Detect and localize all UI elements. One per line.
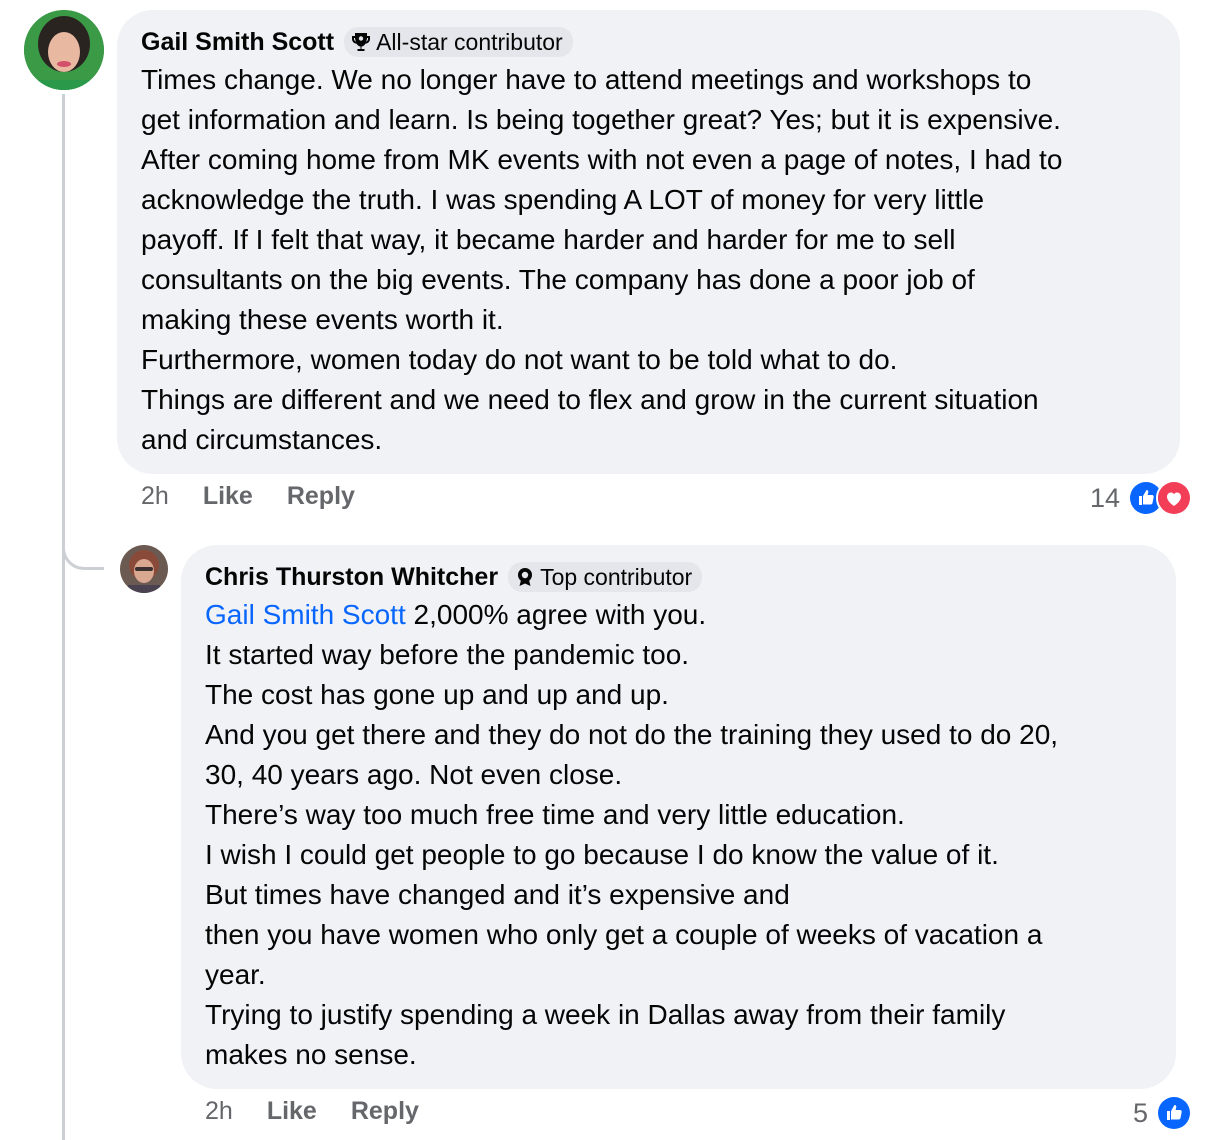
contributor-badge[interactable]: All-star contributor <box>344 27 573 57</box>
comment-line: Furthermore, women today do not want to … <box>141 344 898 375</box>
comment-bubble: Gail Smith Scott All-star contributor Ti… <box>117 10 1180 474</box>
comment-line: There’s way too much free time and very … <box>205 799 905 830</box>
comment-line: Times change. We no longer have to atten… <box>141 64 1032 95</box>
comment-line: then you have women who only get a coupl… <box>205 919 1043 950</box>
comment-line: Gail Smith Scott 2,000% agree with you. <box>205 595 1152 635</box>
comment-line: It started way before the pandemic too. <box>205 639 690 670</box>
comment-text: Gail Smith Scott 2,000% agree with you. … <box>205 595 1152 1075</box>
badge-label: Top contributor <box>540 563 693 590</box>
avatar[interactable] <box>24 10 104 90</box>
avatar[interactable] <box>120 545 168 593</box>
comment-header: Chris Thurston Whitcher Top contributor <box>205 559 1152 595</box>
timestamp[interactable]: 2h <box>205 1097 233 1126</box>
author-name[interactable]: Gail Smith Scott <box>141 28 334 57</box>
comment-line: The cost has gone up and up and up. <box>205 679 669 710</box>
comment-line: payoff. If I felt that way, it became ha… <box>141 224 956 255</box>
comment-line: After coming home from MK events with no… <box>141 144 1063 175</box>
reply-button[interactable]: Reply <box>351 1097 419 1126</box>
comment-actions: 2h Like Reply <box>141 482 389 511</box>
comment-text: Times change. We no longer have to atten… <box>141 60 1156 460</box>
author-name[interactable]: Chris Thurston Whitcher <box>205 563 498 592</box>
reaction-summary[interactable]: 5 <box>1133 1095 1192 1131</box>
thread-line <box>62 94 65 1140</box>
comment-line: 30, 40 years ago. Not even close. <box>205 759 623 790</box>
comment-line: I wish I could get people to go because … <box>205 839 999 870</box>
reaction-count: 5 <box>1132 1097 1148 1128</box>
thread-reply-connector <box>62 520 104 570</box>
comment-line: makes no sense. <box>205 1039 417 1070</box>
reply-bubble: Chris Thurston Whitcher Top contributor … <box>181 545 1176 1089</box>
comment-line: making these events worth it. <box>141 304 504 335</box>
badge-label: All-star contributor <box>376 28 563 55</box>
comment-actions: 2h Like Reply <box>205 1097 453 1126</box>
like-button[interactable]: Like <box>267 1097 317 1126</box>
award-icon <box>514 566 536 588</box>
comment-line: Things are different and we need to flex… <box>141 384 1039 415</box>
comment-line: year. <box>205 959 266 990</box>
timestamp[interactable]: 2h <box>141 482 169 511</box>
like-button[interactable]: Like <box>203 482 253 511</box>
love-icon <box>1156 480 1192 516</box>
comment-line: But times have changed and it’s expensiv… <box>205 879 790 910</box>
like-icon <box>1156 1095 1192 1131</box>
comment-line: And you get there and they do not do the… <box>205 719 1059 750</box>
reaction-count: 14 <box>1089 482 1120 513</box>
comment-line: and circumstances. <box>141 424 383 455</box>
comment-header: Gail Smith Scott All-star contributor <box>141 24 1156 60</box>
reply-button[interactable]: Reply <box>287 482 355 511</box>
comment-line: consultants on the big events. The compa… <box>141 264 975 295</box>
comment-line: acknowledge the truth. I was spending A … <box>141 184 985 215</box>
reaction-summary[interactable]: 14 <box>1090 480 1192 516</box>
comment-line: get information and learn. Is being toge… <box>141 104 1061 135</box>
mention-link[interactable]: Gail Smith Scott <box>205 599 406 630</box>
trophy-icon <box>350 31 372 53</box>
comment-line: Trying to justify spending a week in Dal… <box>205 999 1006 1030</box>
contributor-badge[interactable]: Top contributor <box>508 562 703 592</box>
comment-line-rest: 2,000% agree with you. <box>405 599 707 630</box>
